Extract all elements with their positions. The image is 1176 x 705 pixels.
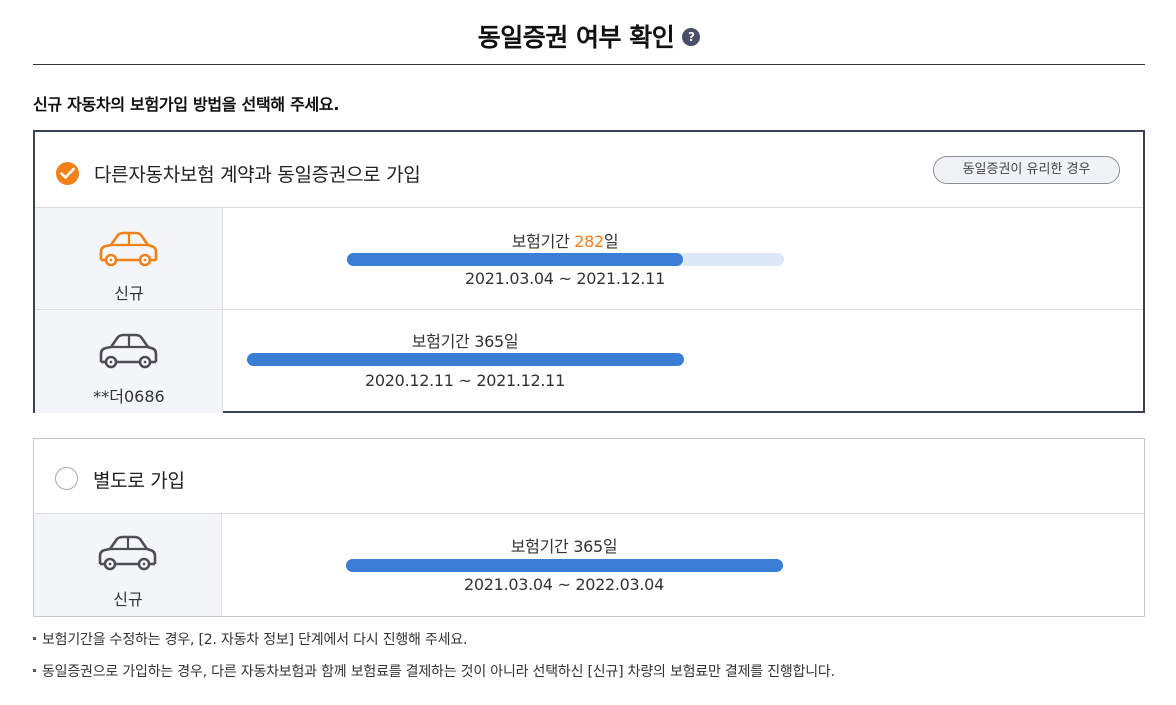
- vehicle-info-cell: **더0686: [35, 310, 223, 413]
- option-separate-header[interactable]: 별도로 가입: [34, 439, 1144, 514]
- period-bar-fill: [346, 559, 783, 572]
- note-text: 보험기간을 수정하는 경우, [2. 자동차 정보] 단계에서 다시 진행해 주…: [42, 632, 468, 648]
- vehicle-info-cell: 신규: [35, 208, 223, 309]
- bullet-icon: [33, 668, 36, 672]
- period-dates: 2021.03.04 ~ 2022.03.04: [464, 575, 664, 594]
- period-bar-track: [347, 253, 784, 266]
- period-suffix: 일: [603, 232, 619, 251]
- bullet-icon: [33, 636, 36, 640]
- period-dates: 2021.03.04 ~ 2021.12.11: [465, 269, 665, 288]
- period-bar-fill: [247, 353, 684, 366]
- car-icon: [99, 231, 158, 267]
- vehicle-row-existing: **더0686 보험기간 365일 2020.12.11 ~ 2021.12.1…: [35, 310, 1143, 413]
- checked-radio-icon[interactable]: [56, 162, 79, 185]
- instruction-text: 신규 자동차의 보험가입 방법을 선택해 주세요.: [33, 95, 340, 114]
- question-circle-icon[interactable]: ?: [682, 28, 701, 46]
- option-same-policy-header[interactable]: 다른자동차보험 계약과 동일증권으로 가입 동일증권이 유리한 경우: [35, 132, 1143, 208]
- vehicle-caption: 신규: [114, 284, 144, 303]
- insurance-period: 보험기간 282일: [435, 228, 695, 252]
- page-title-text: 동일증권 여부 확인: [477, 23, 675, 52]
- insurance-period: 보험기간 365일: [510, 537, 618, 556]
- option-separate[interactable]: 별도로 가입 신규 보험기간 365일 2021.03.04 ~ 2022.03…: [33, 438, 1145, 617]
- vehicle-row-new-separate: 신규 보험기간 365일 2021.03.04 ~ 2022.03.04: [34, 514, 1144, 616]
- vehicle-info-cell: 신규: [34, 514, 222, 616]
- car-icon: [98, 535, 157, 571]
- page-title: 동일증권 여부 확인?: [33, 18, 1145, 54]
- period-days: 282: [574, 232, 604, 251]
- same-policy-advantage-button[interactable]: 동일증권이 유리한 경우: [933, 156, 1120, 184]
- car-icon: [99, 333, 158, 369]
- option-same-policy-label[interactable]: 다른자동차보험 계약과 동일증권으로 가입: [94, 160, 421, 187]
- period-bar-fill: [347, 253, 684, 266]
- insurance-period: 보험기간 365일: [411, 332, 519, 351]
- period-dates: 2020.12.11 ~ 2021.12.11: [365, 371, 565, 390]
- period-bar-track: [346, 559, 783, 572]
- vehicle-row-new: 신규 보험기간 282일 2021.03.04 ~ 2021.12.11: [35, 208, 1143, 310]
- unchecked-radio-icon[interactable]: [55, 467, 78, 490]
- vehicle-caption: **더0686: [93, 387, 165, 406]
- option-same-policy[interactable]: 다른자동차보험 계약과 동일증권으로 가입 동일증권이 유리한 경우 신규 보험…: [33, 130, 1145, 413]
- period-prefix: 보험기간: [511, 232, 575, 251]
- note-text: 동일증권으로 가입하는 경우, 다른 자동차보험과 함께 보험료를 결제하는 것…: [42, 664, 835, 680]
- vehicle-caption: 신규: [113, 590, 143, 609]
- page-header: 동일증권 여부 확인?: [33, 0, 1145, 65]
- period-bar-track: [247, 353, 684, 366]
- note-item: 보험기간을 수정하는 경우, [2. 자동차 정보] 단계에서 다시 진행해 주…: [33, 629, 467, 649]
- note-item: 동일증권으로 가입하는 경우, 다른 자동차보험과 함께 보험료를 결제하는 것…: [33, 661, 835, 681]
- option-separate-label[interactable]: 별도로 가입: [93, 466, 185, 493]
